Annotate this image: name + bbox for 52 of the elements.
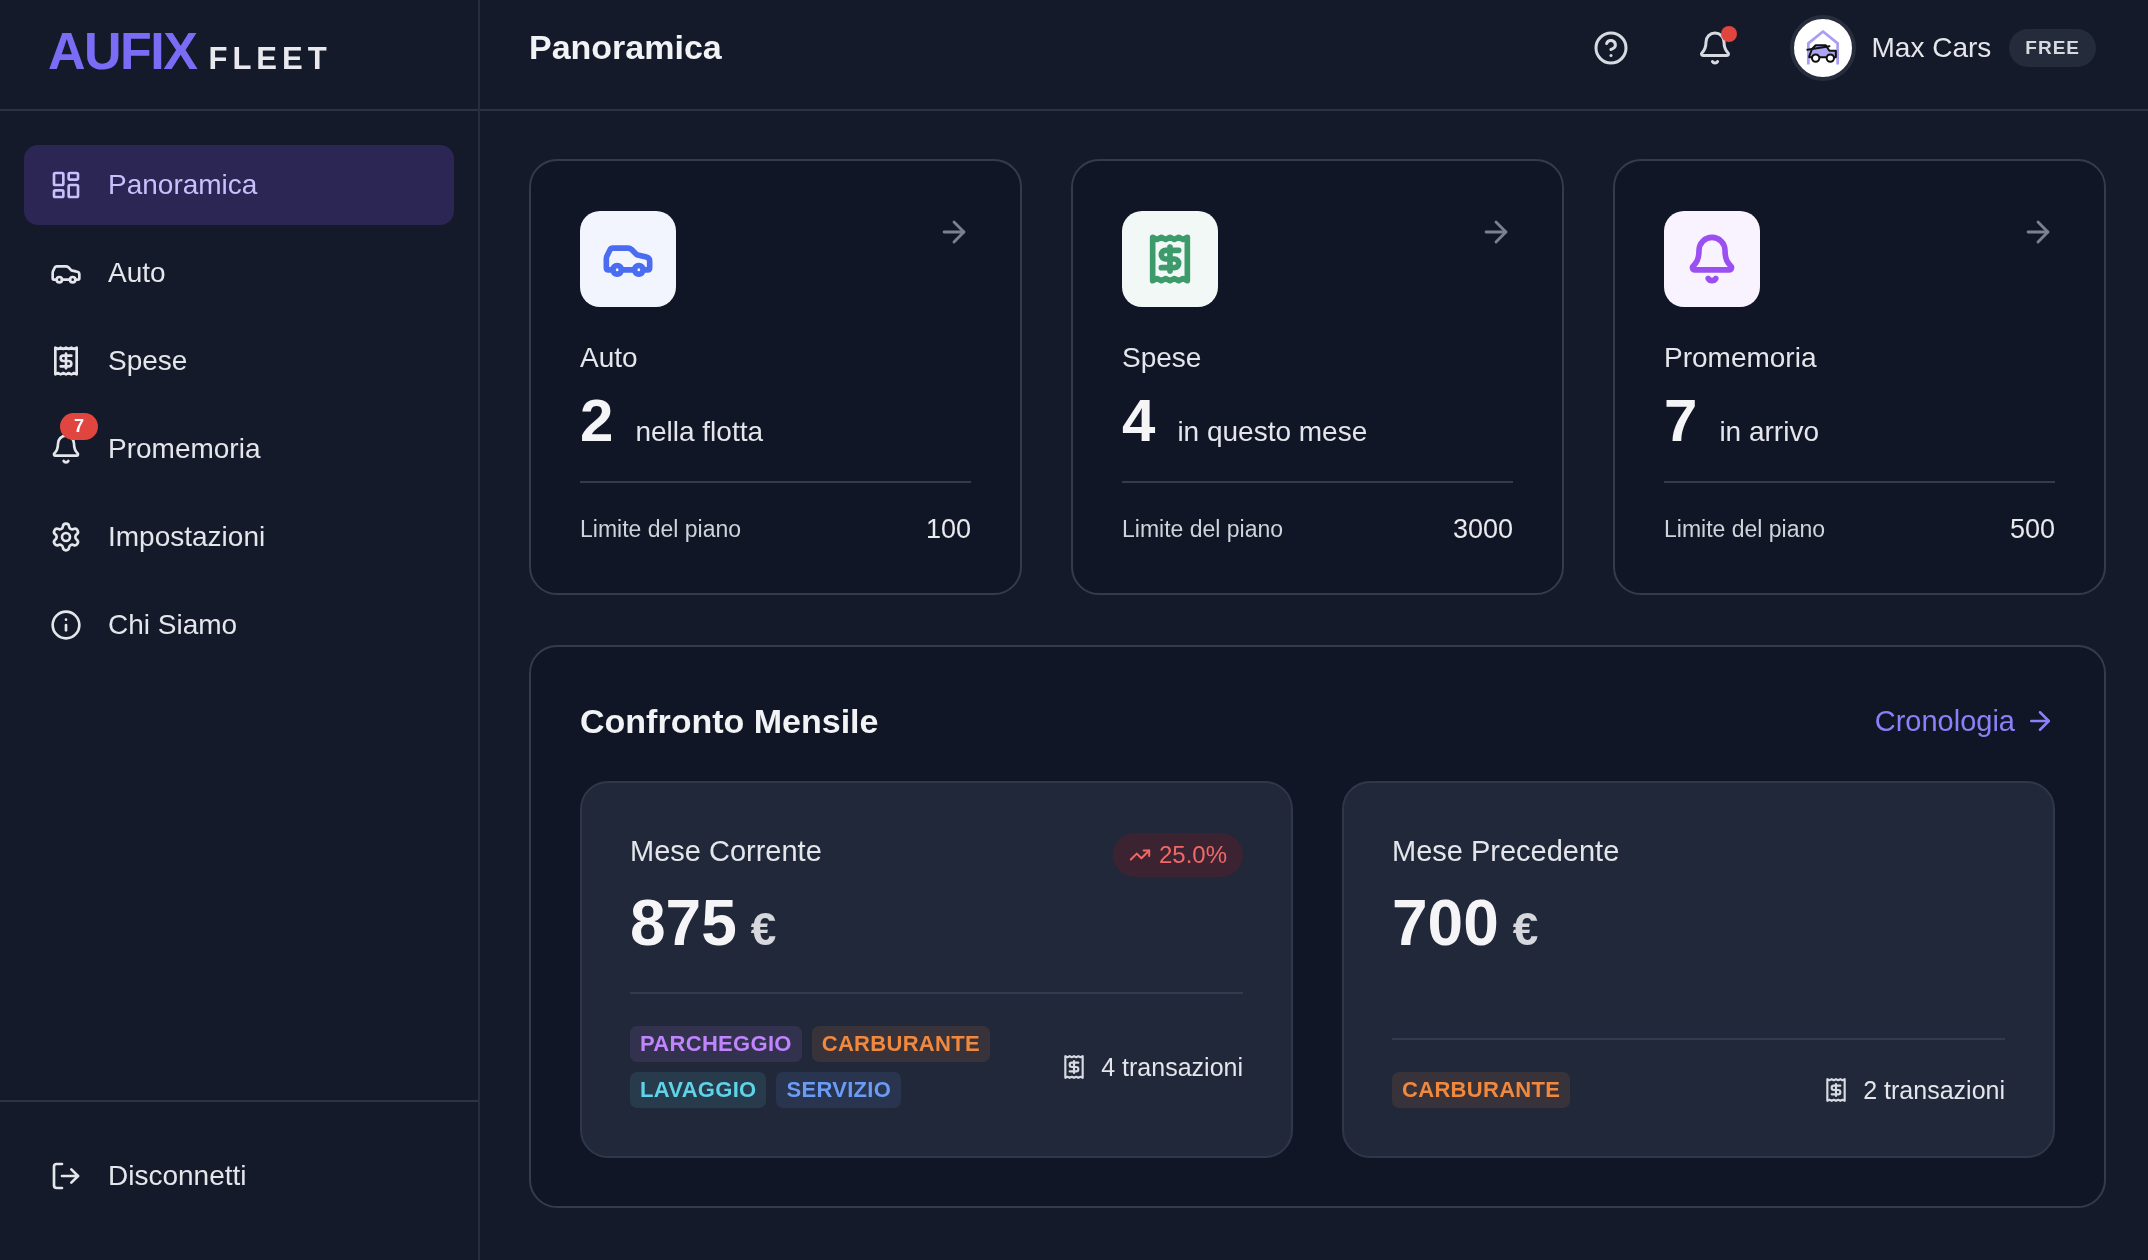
currency-symbol: € [750,906,777,952]
page-title: Panoramica [529,28,722,67]
bell-icon [50,433,82,465]
category-tag: LAVAGGIO [630,1072,767,1108]
transaction-count: 4 transazioni [1101,1052,1243,1082]
stat-card[interactable]: Promemoria 7 in arrivo Limite del piano 500 [1613,159,2106,595]
stat-card[interactable]: Spese 4 in questo mese Limite del piano 3000 [1071,159,1564,595]
logout-icon [50,1160,82,1192]
limit-label: Limite del piano [1664,515,1826,544]
dashboard-grid-icon [50,169,82,201]
brand-product: FLEET [208,42,332,74]
transaction-count: 2 transazioni [1863,1075,2005,1105]
settings-icon [50,521,82,553]
history-link[interactable]: Cronologia [1874,704,2055,738]
month-label: Mese Precedente [1392,834,1620,869]
panel-title: Confronto Mensile [580,701,879,741]
stat-label: Spese [1122,341,1203,375]
nav-item[interactable]: Chi Siamo [24,585,454,665]
nav-item[interactable]: Panoramica [24,145,454,225]
limit-value: 3000 [1452,513,1513,545]
stat-label: Promemoria [1664,341,1818,375]
category-tag: CARBURANTE [811,1026,990,1062]
info-icon [50,609,82,641]
stat-count: 4 [1122,391,1156,451]
category-tag: CARBURANTE [1392,1072,1571,1108]
limit-value: 500 [2009,513,2055,545]
stat-count: 7 [1664,391,1698,451]
nav-item[interactable]: Auto [24,233,454,313]
logout-button[interactable]: Disconnetti [24,1136,454,1216]
stat-caption: nella flotta [635,416,763,448]
stat-caption: in questo mese [1177,416,1368,448]
month-label: Mese Corrente [630,834,822,869]
limit-value: 100 [925,513,971,545]
plan-badge: FREE [2009,28,2096,67]
count-badge: 7 [60,413,98,440]
stat-label: Auto [580,341,639,375]
user-name: Max Cars [1871,31,1992,64]
stat-card[interactable]: Auto 2 nella flotta Limite del piano 100 [529,159,1022,595]
nav-item[interactable]: Impostazioni [24,497,454,577]
limit-label: Limite del piano [1122,515,1284,544]
stat-caption: in arrivo [1719,416,1819,448]
nav-item[interactable]: Spese [24,321,454,401]
category-tag: SERVIZIO [776,1072,902,1108]
amount-value: 700 [1392,891,1499,955]
amount-value: 875 [630,891,737,955]
stat-count: 2 [580,391,614,451]
change-value: 25.0% [1158,841,1227,869]
limit-label: Limite del piano [580,515,742,544]
brand-name: AUFIX [48,24,197,77]
currency-symbol: € [1512,906,1539,952]
nav-item[interactable]: 7 Promemoria [24,409,454,489]
category-tag: PARCHEGGIO [630,1026,802,1062]
